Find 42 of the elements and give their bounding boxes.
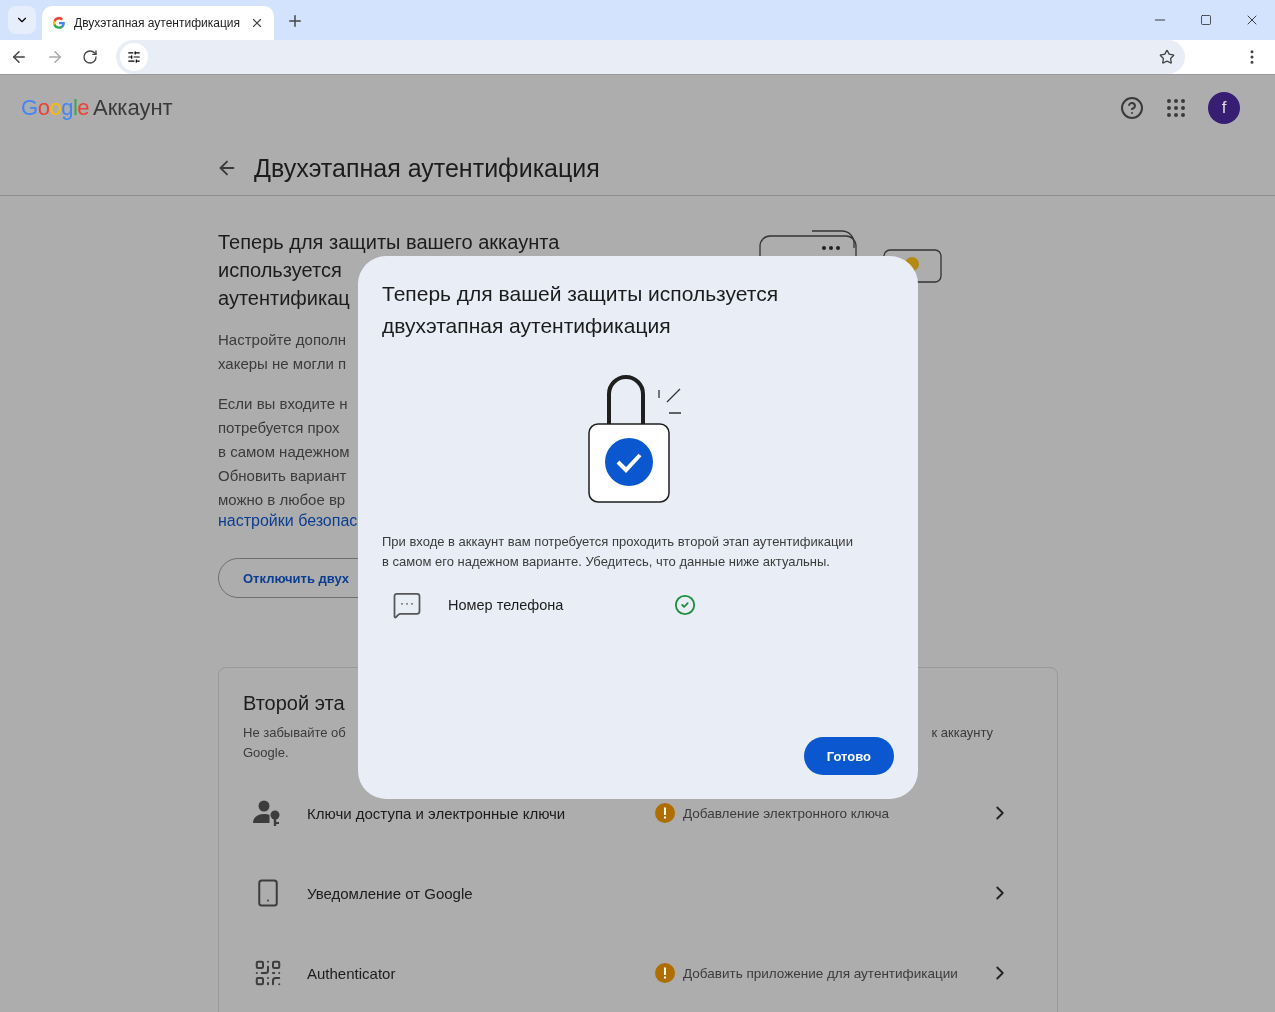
message-icon xyxy=(392,590,422,620)
google-g-icon xyxy=(52,16,66,30)
paragraph-line: Обновить вариант xyxy=(218,466,347,486)
site-settings-icon[interactable] xyxy=(120,43,148,71)
apps-grid-icon[interactable] xyxy=(1164,96,1188,120)
warning-icon xyxy=(655,803,675,823)
qr-code-icon xyxy=(253,958,283,988)
bookmark-star-icon[interactable] xyxy=(1159,49,1175,65)
paragraph-line: Настройте дополн xyxy=(218,330,347,350)
dialog-text: При входе в аккаунт вам потребуется проходить второй этап аутентификации в самом его надежном варианте. Убедитесь, что данные ниже актуальны. xyxy=(382,533,854,571)
section-heading: аутентификац xyxy=(218,286,350,311)
dialog-title: Теперь для вашей защиты используется двухэтапная аутентификация xyxy=(382,281,779,339)
method-label: Ключи доступа и электронные ключи xyxy=(307,804,567,822)
card-description: Не забывайте об xyxy=(243,724,346,742)
done-button[interactable]: Готово xyxy=(803,737,894,775)
method-status: Добавление электронного ключа xyxy=(683,805,890,821)
reload-icon[interactable] xyxy=(82,49,98,65)
paragraph-line: в самом надежном xyxy=(218,442,350,462)
browser-tab[interactable]: Двухэтапная аутентификация xyxy=(42,6,274,40)
page-title: Двухэтапная аутентификация xyxy=(254,153,600,183)
method-label: Уведомление от Google xyxy=(307,884,474,902)
card-description: Google. xyxy=(243,744,289,762)
card-title: Второй эта xyxy=(243,692,346,715)
method-label: Номер телефона xyxy=(448,597,565,613)
back-icon[interactable] xyxy=(10,48,28,66)
warning-icon xyxy=(655,963,675,983)
avatar[interactable]: f xyxy=(1208,92,1240,124)
paragraph-line: можно в любое вр xyxy=(218,490,346,510)
paragraph-line: Если вы входите н xyxy=(218,394,348,414)
section-heading: Теперь для защиты вашего аккаунта xyxy=(218,230,560,255)
method-status: Добавить приложение для аутентификации xyxy=(683,965,958,981)
section-heading: используется xyxy=(218,258,342,283)
help-icon[interactable] xyxy=(1120,96,1144,120)
card-description: к аккаунту xyxy=(931,724,993,742)
paragraph-line: хакеры не могли п xyxy=(218,354,347,374)
tab-title: Двухэтапная аутентификация xyxy=(74,16,241,30)
new-tab-icon[interactable] xyxy=(286,12,304,30)
method-label: Authenticator xyxy=(307,964,397,982)
security-settings-link[interactable]: настройки безопас xyxy=(218,512,358,530)
paragraph-line: потребуется прох xyxy=(218,418,340,438)
google-account-logo[interactable]: Google Аккаунт xyxy=(21,95,173,121)
close-tab-icon[interactable] xyxy=(250,16,264,30)
